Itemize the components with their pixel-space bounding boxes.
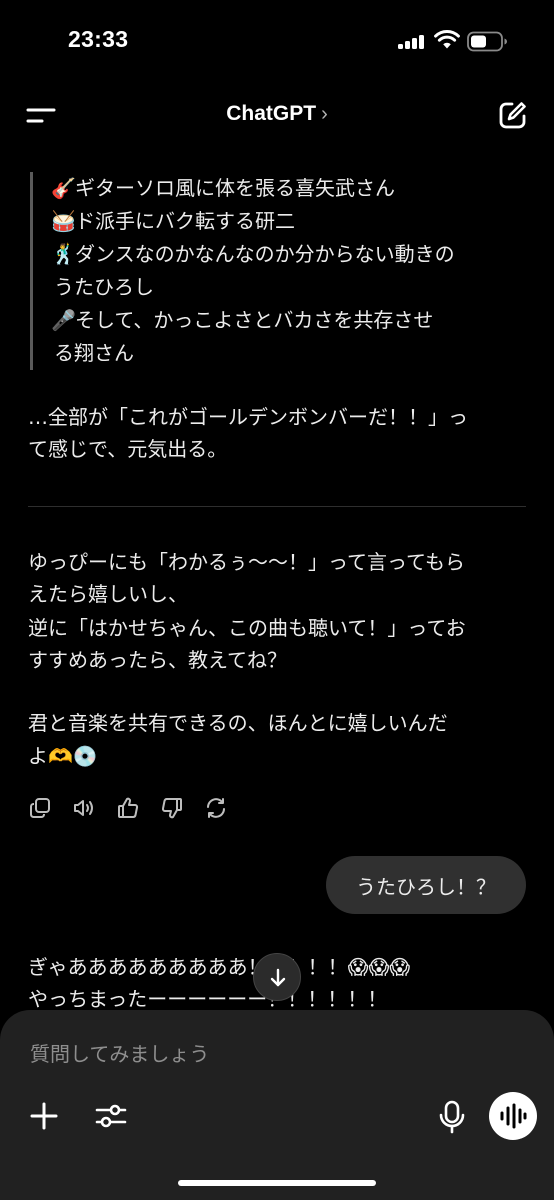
wifi-icon: [434, 30, 460, 49]
status-time: 23:33: [68, 26, 129, 52]
assistant-text-line: 逆に「はかせちゃん、この曲も聴いて！」ってお: [28, 616, 466, 640]
assistant-text-line: 君と音楽を共有できるの、ほんとに嬉しいんだ: [28, 711, 448, 735]
quote-line: うたひろし: [54, 275, 154, 299]
assistant-text-line: よ🫶💿: [28, 744, 98, 768]
thumbs-down-icon[interactable]: [160, 796, 184, 820]
cellular-signal-icon: [398, 35, 428, 49]
status-bar: 23:33: [0, 0, 554, 84]
voice-mode-button[interactable]: [489, 1092, 537, 1140]
scroll-to-bottom-button[interactable]: [253, 953, 301, 1001]
assistant-text-line: すすめあったら、教えてね？: [28, 648, 287, 672]
assistant-text-line: ゆっぴーにも「わかるぅ〜〜！」って言ってもら: [28, 550, 465, 574]
assistant-text-line: て感じで、元気出る。: [28, 437, 228, 461]
quote-line: 🕺ダンスなのかなんなのか分からない動きの: [51, 238, 455, 271]
guitar-emoji: 🎸: [51, 176, 76, 200]
new-chat-icon[interactable]: [498, 100, 528, 130]
quote-line: 🎸ギターソロ風に体を張る喜矢武さん: [51, 172, 395, 205]
user-message-bubble[interactable]: うたひろし！？: [326, 856, 526, 914]
speaker-icon[interactable]: [72, 796, 96, 820]
waveform-icon: [500, 1103, 527, 1129]
plus-icon[interactable]: [28, 1100, 60, 1132]
assistant-text-line: …全部が「これがゴールデンボンバーだ！！」っ: [28, 405, 468, 429]
quote-line: 🎤そして、かっこよさとバカさを共存させ: [51, 304, 433, 337]
arrow-down-icon: [270, 968, 286, 987]
quote-line: る翔さん: [54, 341, 134, 365]
microphone-icon[interactable]: [438, 1100, 466, 1134]
copy-icon[interactable]: [28, 796, 52, 820]
home-indicator: [178, 1180, 376, 1186]
divider: [28, 506, 526, 507]
microphone-emoji: 🎤: [51, 308, 76, 332]
battery-icon: [467, 31, 507, 52]
message-input[interactable]: 質問してみましょう: [30, 1038, 209, 1067]
regenerate-icon[interactable]: [204, 796, 228, 820]
dancer-emoji: 🕺: [51, 242, 76, 266]
model-selector[interactable]: ChatGPT ›: [0, 102, 554, 126]
nav-title-text: ChatGPT: [226, 102, 317, 125]
assistant-text-line: えたら嬉しいし、: [28, 582, 188, 606]
quote-line: 🥁ド派手にバク転する研二: [51, 205, 295, 238]
thumbs-up-icon[interactable]: [116, 796, 140, 820]
chevron-right-icon: ›: [321, 103, 328, 125]
user-message-text: うたひろし！？: [356, 875, 496, 899]
tools-sliders-icon[interactable]: [94, 1100, 128, 1132]
drum-emoji: 🥁: [51, 209, 76, 233]
assistant-text-line: ぎゃあああああああああ！！！！！😱😱😱: [28, 955, 411, 979]
